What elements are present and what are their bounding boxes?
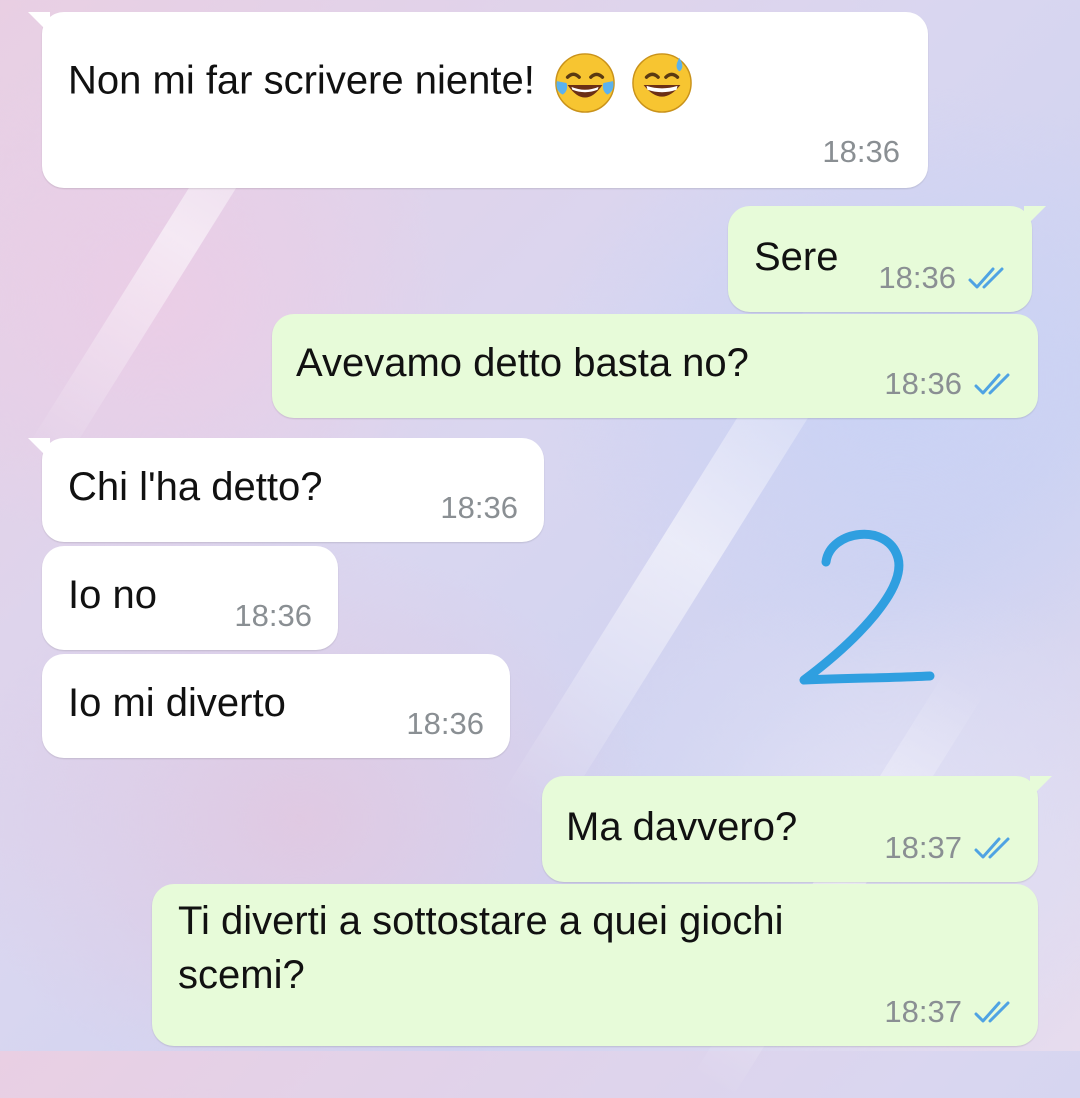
message-timestamp: 18:36 xyxy=(878,260,956,295)
message-text: Io no xyxy=(68,573,157,617)
message-text: Avevamo detto basta no? xyxy=(296,341,749,385)
double-check-read-icon xyxy=(974,373,1010,395)
message-timestamp: 18:36 xyxy=(440,490,518,525)
message-timestamp: 18:37 xyxy=(884,994,962,1029)
double-check-read-icon xyxy=(968,267,1004,289)
message-bubble-incoming[interactable]: Io mi diverto 18:36 xyxy=(42,654,510,758)
message-bubble-incoming[interactable]: Non mi far scrivere niente! 18:36 xyxy=(28,12,928,188)
message-bubble-outgoing[interactable]: Ma davvero? 18:37 xyxy=(542,776,1052,882)
message-bubble-outgoing[interactable]: Ti diverti a sottostare a quei giochi sc… xyxy=(152,884,1038,1046)
message-text-line: Ti diverti a sottostare a quei giochi xyxy=(178,899,784,943)
message-timestamp: 18:36 xyxy=(406,706,484,741)
message-text-line: scemi? xyxy=(178,953,305,997)
message-bubble-outgoing[interactable]: Sere 18:36 xyxy=(728,206,1046,312)
bubble-tail xyxy=(28,438,50,460)
double-check-read-icon xyxy=(974,1001,1010,1023)
message-timestamp: 18:36 xyxy=(822,134,900,169)
message-text: Ma davvero? xyxy=(566,805,798,849)
bubble-tail xyxy=(1030,776,1052,798)
message-text: Non mi far scrivere niente! xyxy=(68,58,535,103)
bubble-tail xyxy=(28,12,50,34)
face-with-tears-of-joy-icon xyxy=(555,53,615,113)
message-timestamp: 18:36 xyxy=(884,366,962,401)
grinning-face-with-sweat-icon xyxy=(632,53,692,113)
message-text: Io mi diverto xyxy=(68,681,286,725)
message-timestamp: 18:37 xyxy=(884,830,962,865)
double-check-read-icon xyxy=(974,837,1010,859)
message-bubble-incoming[interactable]: Chi l'ha detto? 18:36 xyxy=(28,438,544,542)
message-timestamp: 18:36 xyxy=(234,598,312,633)
message-bubble-incoming[interactable]: Io no 18:36 xyxy=(42,546,338,650)
message-text: Sere xyxy=(754,235,839,279)
handwritten-number-annotation xyxy=(799,529,935,685)
message-text: Chi l'ha detto? xyxy=(68,465,323,509)
message-bubble-outgoing[interactable]: Avevamo detto basta no? 18:36 xyxy=(272,314,1038,418)
bubble-tail xyxy=(1024,206,1046,228)
